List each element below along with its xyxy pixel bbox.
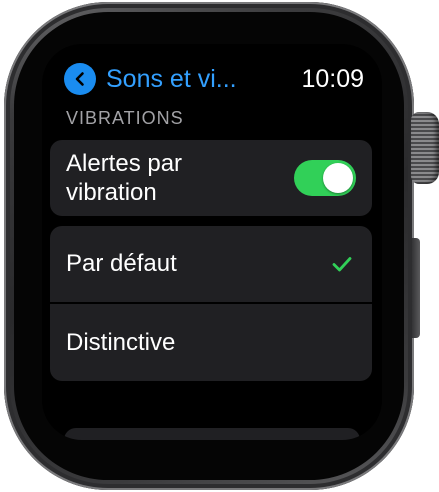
vibration-alerts-toggle[interactable] [294, 160, 356, 196]
option-default-label: Par défaut [66, 250, 177, 277]
section-header-vibrations: VIBRATIONS [66, 108, 184, 128]
back-title: Sons et vi... [106, 64, 237, 93]
status-bar: Sons et vi... 10:09 [64, 62, 364, 96]
option-distinctive[interactable]: Distinctive [50, 304, 372, 381]
clock: 10:09 [301, 64, 364, 93]
option-default[interactable]: Par défaut [50, 226, 372, 302]
option-distinctive-label: Distinctive [66, 328, 176, 356]
watch-screen: Sons et vi... 10:09 VIBRATIONS Alertes p… [42, 44, 382, 440]
toggle-knob [323, 163, 353, 193]
side-button[interactable] [412, 238, 420, 338]
chevron-left-icon [64, 63, 96, 95]
checkmark-icon [330, 252, 354, 276]
back-button[interactable]: Sons et vi... [64, 63, 237, 95]
vibration-alerts-label: Alertes par vibration [66, 150, 183, 206]
digital-crown[interactable] [411, 112, 439, 184]
next-cell-partial[interactable] [64, 428, 360, 440]
vibration-alerts-row: Alertes par vibration [50, 140, 372, 216]
apple-watch: Sons et vi... 10:09 VIBRATIONS Alertes p… [0, 0, 439, 492]
